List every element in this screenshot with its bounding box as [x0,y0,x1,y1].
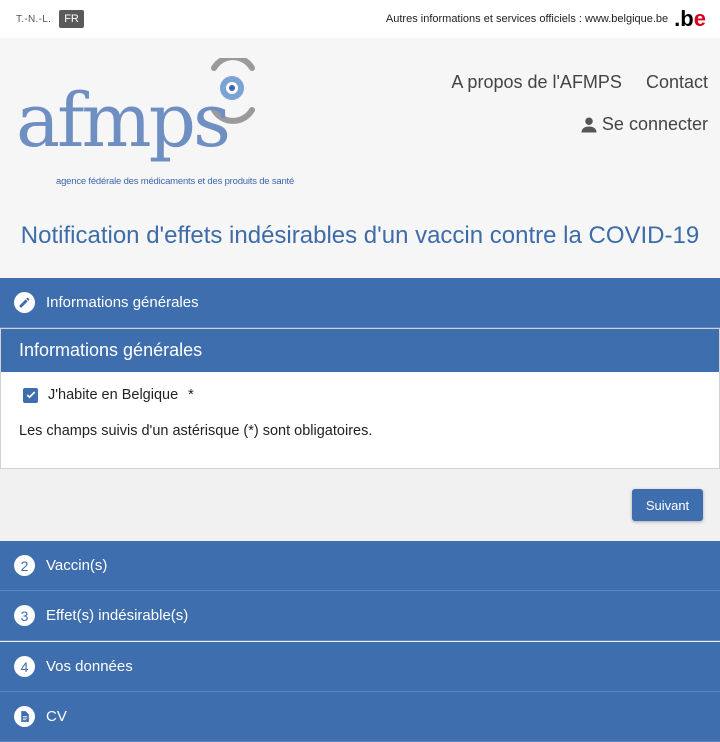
main-nav: A propos de l'AFMPS Contact [451,72,708,93]
language-option-active[interactable]: FR [59,10,84,28]
checkmark-icon [26,391,35,399]
step-side-effects[interactable]: 3 Effet(s) indésirable(s) [0,591,720,641]
required-fields-note: Les champs suivis d'un astérisque (*) so… [19,423,373,439]
pencil-icon [14,292,35,313]
top-bar: T.-N.-L. FR Autres informations et servi… [0,0,720,38]
language-option-dutch-german[interactable]: T.-N.-L. [16,14,51,25]
nav-contact[interactable]: Contact [646,72,708,93]
step-label: Effet(s) indésirable(s) [46,607,189,624]
login-link[interactable]: Se connecter [580,114,708,135]
step-label: Vos données [46,658,133,675]
language-switcher: T.-N.-L. FR [16,10,84,28]
general-info-panel: Informations générales J'habite en Belgi… [0,328,720,469]
step-label: CV [46,708,67,725]
next-button[interactable]: Suivant [632,489,703,521]
logo-subtitle: agence fédérale des médicaments et des p… [56,176,295,187]
panel-title: Informations générales [1,329,719,372]
site-header: afmps agence fédérale des médicaments et… [0,38,720,278]
nav-about[interactable]: A propos de l'AFMPS [451,72,622,93]
step-cv[interactable]: CV [0,692,720,742]
step-general-info[interactable]: Informations générales [0,278,720,328]
document-icon [14,706,35,727]
belgium-be-logo[interactable]: .be [674,8,706,30]
step-label: Vaccin(s) [46,557,108,574]
official-info-link[interactable]: Autres informations et services officiel… [386,13,668,25]
step-label: Informations générales [46,294,199,311]
step-number-badge: 3 [14,605,35,626]
login-label: Se connecter [601,114,708,134]
lives-in-belgium-row: J'habite en Belgique * [23,387,194,403]
lives-in-belgium-label: J'habite en Belgique [48,387,179,403]
lives-in-belgium-checkbox[interactable] [23,387,38,403]
step-vaccines[interactable]: 2 Vaccin(s) [0,541,720,591]
step-number-badge: 4 [14,656,35,677]
user-icon [581,117,597,132]
afmps-logo[interactable]: afmps agence fédérale des médicaments et… [16,58,316,198]
step-number-badge: 2 [14,555,35,576]
page-title: Notification d'effets indésirables d'un … [20,222,700,249]
required-asterisk: * [188,387,194,403]
step-your-data[interactable]: 4 Vos données [0,642,720,692]
logo-wordmark: afmps [16,78,231,164]
